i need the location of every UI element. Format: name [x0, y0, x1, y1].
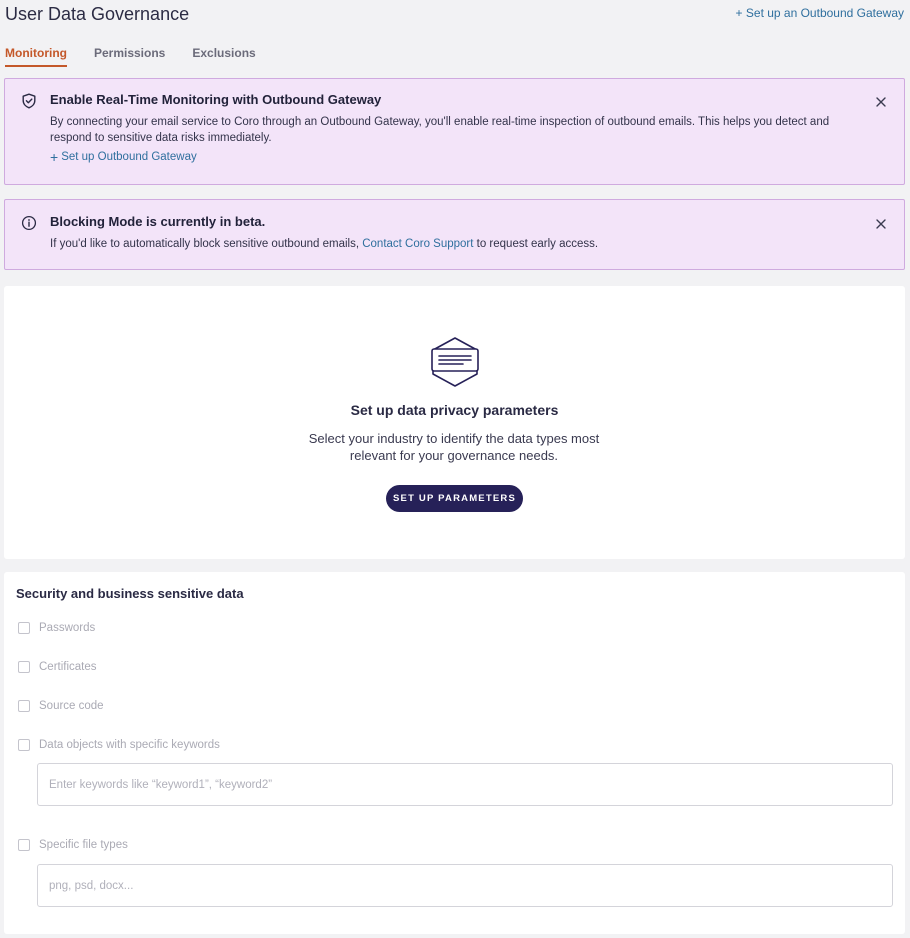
checkbox[interactable]: [18, 622, 30, 634]
tab-bar: Monitoring Permissions Exclusions: [5, 46, 283, 67]
checkbox[interactable]: [18, 739, 30, 751]
checkbox[interactable]: [18, 839, 30, 851]
banner-title: Enable Real-Time Monitoring with Outboun…: [50, 92, 382, 107]
section-title: Security and business sensitive data: [16, 586, 244, 601]
checkbox[interactable]: [18, 661, 30, 673]
file-types-option[interactable]: Specific file types: [18, 839, 128, 851]
empty-state-description: Select your industry to identify the dat…: [308, 431, 600, 463]
page-header: User Data Governance + Set up an Outboun…: [0, 0, 910, 68]
close-icon[interactable]: [874, 95, 888, 109]
banner-description: If you'd like to automatically block sen…: [50, 236, 840, 252]
page-title: User Data Governance: [5, 4, 190, 24]
empty-state-title: Set up data privacy parameters: [350, 402, 559, 418]
plus-icon: +: [50, 149, 59, 165]
blocking-mode-beta-banner: Blocking Mode is currently in beta. If y…: [4, 199, 905, 270]
set-up-parameters-button[interactable]: SET UP PARAMETERS: [386, 485, 523, 512]
checkbox[interactable]: [18, 700, 30, 712]
banner-description: By connecting your email service to Coro…: [50, 116, 830, 144]
source-code-option[interactable]: Source code: [18, 700, 104, 712]
beta-text-after: to request early access.: [473, 238, 599, 250]
banner-action-label: Set up Outbound Gateway: [61, 151, 197, 163]
email-document-icon: [431, 337, 479, 387]
certificates-option[interactable]: Certificates: [18, 661, 97, 673]
option-label: Certificates: [39, 661, 97, 673]
close-icon[interactable]: [874, 217, 888, 231]
contact-support-link[interactable]: Contact Coro Support: [362, 238, 473, 250]
keywords-option[interactable]: Data objects with specific keywords: [18, 739, 220, 751]
file-types-input[interactable]: [37, 864, 893, 907]
tab-exclusions[interactable]: Exclusions: [192, 46, 255, 67]
option-label: Specific file types: [39, 839, 128, 851]
option-label: Data objects with specific keywords: [39, 739, 220, 751]
option-label: Source code: [39, 700, 104, 712]
passwords-option[interactable]: Passwords: [18, 622, 95, 634]
tab-monitoring[interactable]: Monitoring: [5, 46, 67, 67]
setup-outbound-gateway-button[interactable]: + Set up Outbound Gateway: [50, 149, 197, 165]
data-privacy-setup-card: Set up data privacy parameters Select yo…: [4, 286, 905, 559]
info-icon: [21, 215, 37, 231]
setup-outbound-gateway-link[interactable]: + Set up an Outbound Gateway: [736, 6, 904, 20]
keywords-input[interactable]: [37, 763, 893, 806]
beta-text-before: If you'd like to automatically block sen…: [50, 238, 363, 250]
tab-permissions[interactable]: Permissions: [94, 46, 165, 67]
banner-title: Blocking Mode is currently in beta.: [50, 214, 266, 229]
shield-check-icon: [22, 93, 36, 109]
outbound-gateway-banner: Enable Real-Time Monitoring with Outboun…: [4, 78, 905, 185]
sensitive-data-card: Security and business sensitive data Pas…: [4, 572, 905, 934]
option-label: Passwords: [39, 622, 96, 634]
